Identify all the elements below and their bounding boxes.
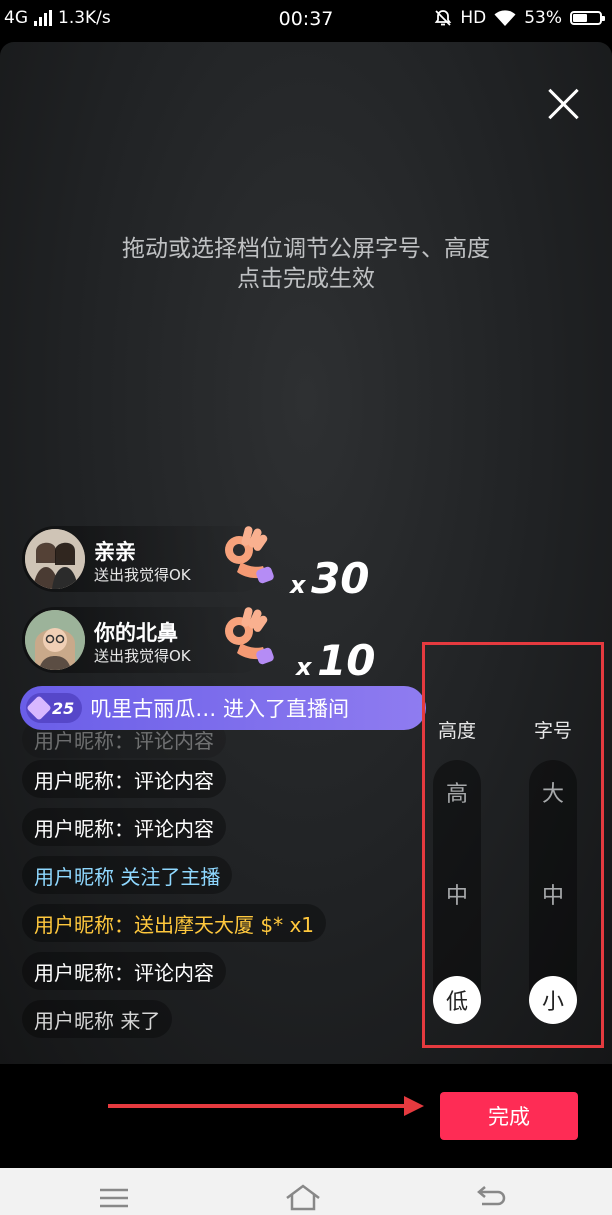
combo-x: x bbox=[296, 653, 312, 681]
height-slider-knob[interactable]: 低 bbox=[433, 976, 481, 1024]
avatar bbox=[25, 610, 85, 670]
font-size-slider-knob[interactable]: 小 bbox=[529, 976, 577, 1024]
annotation-arrow bbox=[108, 1104, 406, 1108]
comment-text: 用户昵称：评论内容 bbox=[34, 816, 214, 841]
font-size-slider[interactable]: 大 中 小 bbox=[529, 760, 577, 1024]
hint-line-1: 拖动或选择档位调节公屏字号、高度 bbox=[122, 236, 490, 262]
gift-row: 亲亲 送出我觉得OK bbox=[22, 526, 274, 592]
list-item: 用户昵称 来了 bbox=[22, 1000, 173, 1038]
status-bar: 4G 1.3K/s 00:37 HD 53% bbox=[0, 0, 612, 42]
list-item: 用户昵称：送出摩天大厦 $* x1 bbox=[22, 904, 326, 942]
gift-combo-count: x 10 bbox=[296, 636, 376, 685]
font-size-title: 字号 bbox=[533, 720, 572, 742]
annotation-arrow-head bbox=[404, 1096, 424, 1116]
height-option-mid[interactable]: 中 bbox=[433, 878, 481, 910]
font-option-large[interactable]: 大 bbox=[529, 776, 577, 808]
combo-x: x bbox=[290, 571, 306, 599]
comment-text: 用户昵称 关注了主播 bbox=[34, 864, 221, 889]
close-icon[interactable] bbox=[546, 86, 582, 122]
hint-line-2: 点击完成生效 bbox=[237, 266, 375, 292]
height-slider[interactable]: 高 中 低 bbox=[433, 760, 481, 1024]
system-nav-bar bbox=[0, 1168, 612, 1215]
gift-combo-count: x 30 bbox=[290, 554, 370, 603]
enter-notice: 25 叽里古丽瓜… 进入了直播间 bbox=[20, 686, 426, 730]
battery-percent: 53% bbox=[524, 8, 562, 28]
ok-hand-icon bbox=[225, 526, 274, 584]
comment-text: 用户昵称：送出摩天大厦 $* x1 bbox=[34, 912, 314, 937]
wifi-icon bbox=[494, 9, 516, 26]
avatar bbox=[25, 529, 85, 589]
list-item: 用户昵称：评论内容 bbox=[22, 760, 226, 798]
menu-icon[interactable] bbox=[94, 1182, 134, 1212]
done-button[interactable]: 完成 bbox=[440, 1092, 578, 1140]
gift-row: 你的北鼻 送出我觉得OK bbox=[22, 607, 274, 673]
enter-notice-text: 叽里古丽瓜… 进入了直播间 bbox=[90, 697, 349, 721]
adjust-hint: 拖动或选择档位调节公屏字号、高度 点击完成生效 bbox=[0, 234, 612, 294]
combo-number: 10 bbox=[317, 636, 376, 685]
font-option-mid[interactable]: 中 bbox=[529, 878, 577, 910]
list-item: 用户昵称 关注了主播 bbox=[22, 856, 233, 894]
level-number: 25 bbox=[52, 698, 75, 718]
home-icon[interactable] bbox=[283, 1182, 323, 1212]
comment-text: 用户昵称：评论内容 bbox=[34, 960, 214, 985]
gift-description: 送出我觉得OK bbox=[94, 566, 191, 584]
height-option-high[interactable]: 高 bbox=[433, 776, 481, 808]
mute-bell-icon bbox=[435, 10, 452, 26]
gem-icon bbox=[26, 695, 52, 721]
status-right: HD 53% bbox=[434, 8, 605, 28]
list-item: 用户昵称：评论内容 bbox=[22, 952, 226, 990]
comment-text: 用户昵称：评论内容 bbox=[34, 768, 214, 793]
ok-hand-icon bbox=[225, 607, 274, 665]
back-icon[interactable] bbox=[470, 1182, 510, 1212]
level-badge: 25 bbox=[26, 693, 83, 723]
comment-text: 用户昵称 来了 bbox=[34, 1008, 161, 1033]
gift-sender-name: 亲亲 bbox=[94, 540, 136, 564]
battery-icon bbox=[570, 11, 605, 25]
list-item: 用户昵称：评论内容 bbox=[22, 808, 226, 846]
hd-indicator: HD bbox=[460, 8, 487, 28]
gift-sender-name: 你的北鼻 bbox=[94, 621, 178, 645]
height-title: 高度 bbox=[437, 720, 476, 742]
combo-number: 30 bbox=[311, 554, 370, 603]
gift-description: 送出我觉得OK bbox=[94, 647, 191, 665]
